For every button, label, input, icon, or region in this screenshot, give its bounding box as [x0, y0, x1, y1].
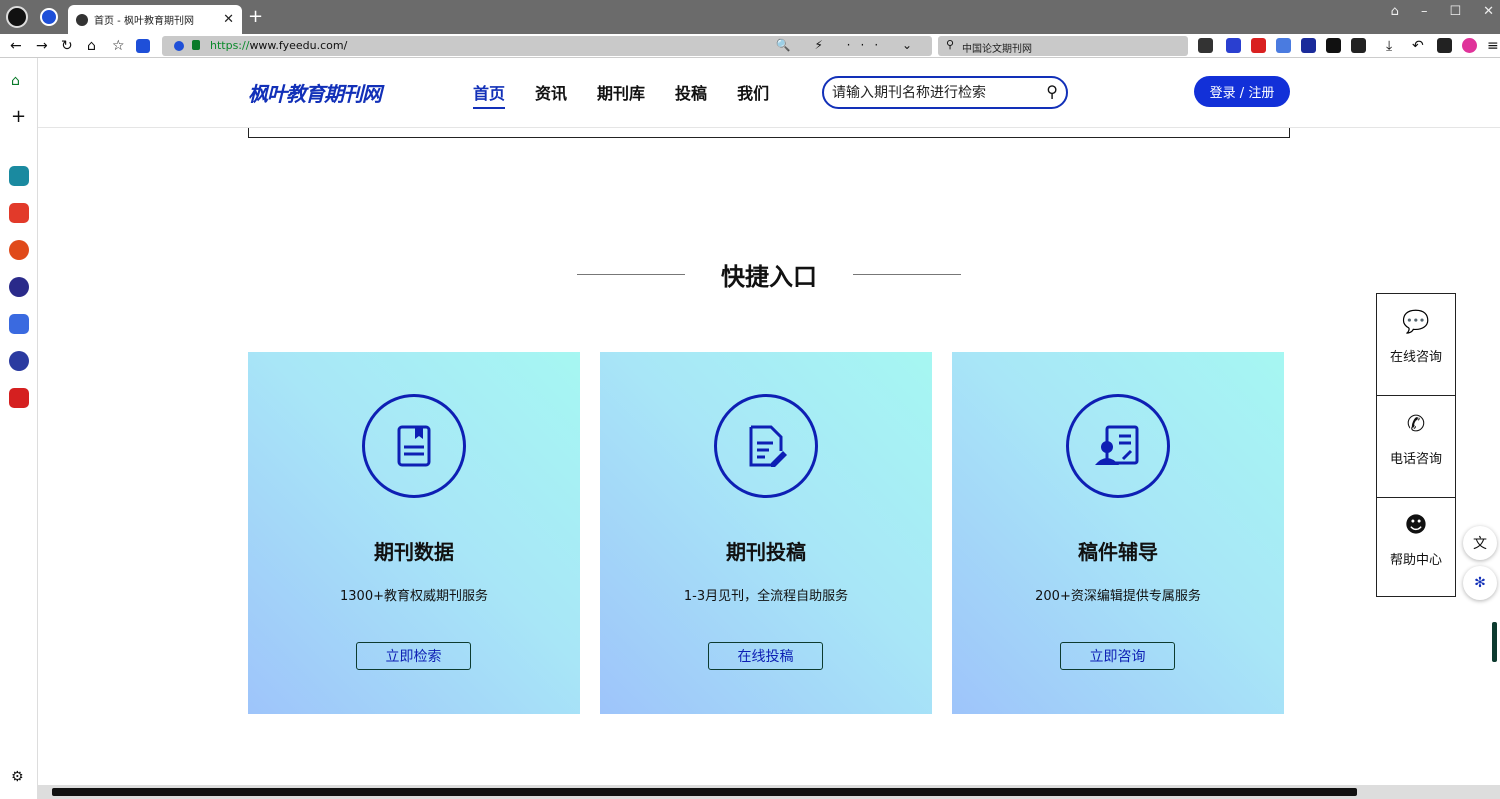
- search-icon: ⚲: [946, 38, 955, 51]
- sidebar-app-icon-7[interactable]: [9, 388, 29, 408]
- window-close-icon[interactable]: ✕: [1483, 4, 1494, 19]
- sidebar-app-icon-3[interactable]: [9, 240, 29, 260]
- sidebar-app-icon-4[interactable]: [9, 277, 29, 297]
- online-consult-label: 在线咨询: [1389, 350, 1442, 365]
- quick-entry-card-tutoring: 稿件辅导 200+资深编辑提供专属服务 立即咨询: [952, 352, 1284, 714]
- main-menu: 首页 资讯 期刊库 投稿 我们: [473, 80, 769, 109]
- sidebar-app-icon-5[interactable]: [9, 314, 29, 334]
- extension-color-icon[interactable]: [1462, 38, 1477, 53]
- phone-consult-item[interactable]: ✆ 电话咨询: [1377, 396, 1455, 497]
- pinned-tab-icon[interactable]: [40, 8, 58, 26]
- reload-icon[interactable]: ↻: [61, 37, 73, 55]
- network-tool-icon[interactable]: ✻: [1463, 566, 1497, 600]
- chat-bubble-icon: 💬: [1402, 310, 1430, 335]
- home-icon[interactable]: ⌂: [87, 37, 96, 55]
- browser-search-text: 中国论文期刊网: [962, 44, 1032, 55]
- menu-item-news[interactable]: 资讯: [535, 80, 567, 109]
- menu-item-journals[interactable]: 期刊库: [597, 80, 645, 109]
- extension-bag-icon[interactable]: [1437, 38, 1452, 53]
- globe-icon: [76, 13, 88, 26]
- browser-logo-icon[interactable]: [6, 6, 28, 28]
- help-center-item[interactable]: ☻ 帮助中心: [1377, 497, 1455, 598]
- extension-game-icon[interactable]: [1251, 38, 1266, 53]
- heading-left-line: [577, 273, 685, 275]
- card-description: 1300+教育权威期刊服务: [340, 589, 488, 604]
- card-description: 1-3月见刊，全流程自助服务: [683, 589, 849, 604]
- sidebar-app-icon-2[interactable]: [9, 203, 29, 223]
- active-tab[interactable]: 首页 - 枫叶教育期刊网 ✕: [68, 5, 242, 34]
- sidebar-home-icon[interactable]: ⌂: [11, 72, 20, 90]
- help-icon: ☻: [1404, 513, 1428, 538]
- sidebar-settings-icon[interactable]: ⚙: [11, 768, 24, 786]
- window-controls: ⌂ – ☐ ✕: [1391, 4, 1494, 19]
- consult-now-button[interactable]: 立即咨询: [1060, 642, 1175, 670]
- online-consult-item[interactable]: 💬 在线咨询: [1377, 294, 1455, 395]
- card-title: 期刊数据: [374, 540, 454, 564]
- address-bar-tools[interactable]: 🔍 ⚡ ··· ⌄: [776, 38, 922, 52]
- card-description: 200+资深编辑提供专属服务: [1035, 589, 1201, 604]
- phone-consult-label: 电话咨询: [1389, 452, 1442, 467]
- download-icon[interactable]: ⤓: [1386, 37, 1392, 55]
- document-edit-icon: [714, 394, 818, 498]
- extensions-puzzle-icon[interactable]: [1351, 38, 1366, 53]
- web-page: 枫叶教育期刊网 首页 资讯 期刊库 投稿 我们 ⚲ 登录 / 注册 快捷入口: [38, 58, 1500, 785]
- lock-icon: [192, 40, 200, 50]
- card-title: 稿件辅导: [1078, 540, 1158, 564]
- menu-item-about[interactable]: 我们: [737, 80, 769, 109]
- browser-search-box[interactable]: ⚲ 中国论文期刊网: [938, 36, 1188, 56]
- phone-icon: ✆: [1406, 412, 1426, 437]
- site-search-input[interactable]: [832, 83, 1032, 103]
- quick-entry-heading: 快捷入口: [573, 254, 965, 294]
- sidebar-app-icon-6[interactable]: [9, 351, 29, 371]
- online-submit-button[interactable]: 在线投稿: [708, 642, 823, 670]
- browser-nav-bar: ← → ↻ ⌂ ☆ https://www.fyeedu.com/ 🔍 ⚡ ··…: [0, 34, 1500, 58]
- card-title: 期刊投稿: [726, 540, 806, 564]
- minimize-icon[interactable]: –: [1421, 4, 1428, 19]
- address-bar[interactable]: https://www.fyeedu.com/ 🔍 ⚡ ··· ⌄: [162, 36, 932, 56]
- site-security-icon[interactable]: [174, 41, 184, 51]
- site-header: 枫叶教育期刊网 首页 资讯 期刊库 投稿 我们 ⚲ 登录 / 注册: [38, 58, 1500, 128]
- journal-book-icon: [362, 394, 466, 498]
- translate-icon[interactable]: 文: [1463, 526, 1497, 560]
- menu-item-submit[interactable]: 投稿: [675, 80, 707, 109]
- edge-scroll-handle[interactable]: [1492, 622, 1497, 662]
- tab-title: 首页 - 枫叶教育期刊网: [94, 16, 194, 27]
- extension-icon-3[interactable]: [1301, 38, 1316, 53]
- tab-close-icon[interactable]: ✕: [223, 12, 234, 27]
- extension-scissors-icon[interactable]: [1198, 38, 1213, 53]
- horizontal-scrollbar[interactable]: [38, 785, 1500, 799]
- scrollbar-thumb[interactable]: [52, 788, 1357, 796]
- quick-entry-card-journal-data: 期刊数据 1300+教育权威期刊服务 立即检索: [248, 352, 580, 714]
- window-extra-icon[interactable]: ⌂: [1391, 4, 1399, 19]
- ai-icon[interactable]: [136, 39, 150, 53]
- back-arrow-icon[interactable]: ←: [10, 37, 22, 55]
- forward-arrow-icon[interactable]: →: [36, 37, 48, 55]
- undo-icon[interactable]: ↶: [1412, 37, 1424, 55]
- browser-tab-bar: 首页 - 枫叶教育期刊网 ✕ + ⌂ – ☐ ✕: [0, 0, 1500, 34]
- heading-right-line: [853, 273, 961, 275]
- login-register-button[interactable]: 登录 / 注册: [1194, 76, 1290, 107]
- help-center-label: 帮助中心: [1389, 553, 1442, 568]
- site-logo[interactable]: 枫叶教育期刊网: [248, 78, 382, 107]
- browser-sidebar: ⌂ + ⚙: [0, 58, 38, 799]
- search-icon[interactable]: ⚲: [1046, 82, 1058, 101]
- extension-icon-1[interactable]: [1226, 38, 1241, 53]
- maximize-icon[interactable]: ☐: [1449, 4, 1461, 19]
- quick-entry-card-submission: 期刊投稿 1-3月见刊，全流程自助服务 在线投稿: [600, 352, 932, 714]
- url-text[interactable]: https://www.fyeedu.com/: [210, 39, 347, 52]
- sidebar-add-icon[interactable]: +: [11, 108, 26, 126]
- editor-consult-icon: [1066, 394, 1170, 498]
- bookmark-list-icon[interactable]: ☆: [112, 37, 125, 55]
- search-now-button[interactable]: 立即检索: [356, 642, 471, 670]
- sidebar-app-icon-1[interactable]: [9, 166, 29, 186]
- extension-icon-2[interactable]: [1276, 38, 1291, 53]
- menu-item-home[interactable]: 首页: [473, 80, 506, 109]
- menu-icon[interactable]: ≡: [1487, 37, 1499, 55]
- section-title: 快捷入口: [721, 262, 817, 291]
- site-search-box: ⚲: [822, 76, 1068, 109]
- new-tab-button[interactable]: +: [248, 6, 263, 27]
- extension-icon-4[interactable]: [1326, 38, 1341, 53]
- contact-float-panel: 💬 在线咨询 ✆ 电话咨询 ☻ 帮助中心: [1376, 293, 1456, 597]
